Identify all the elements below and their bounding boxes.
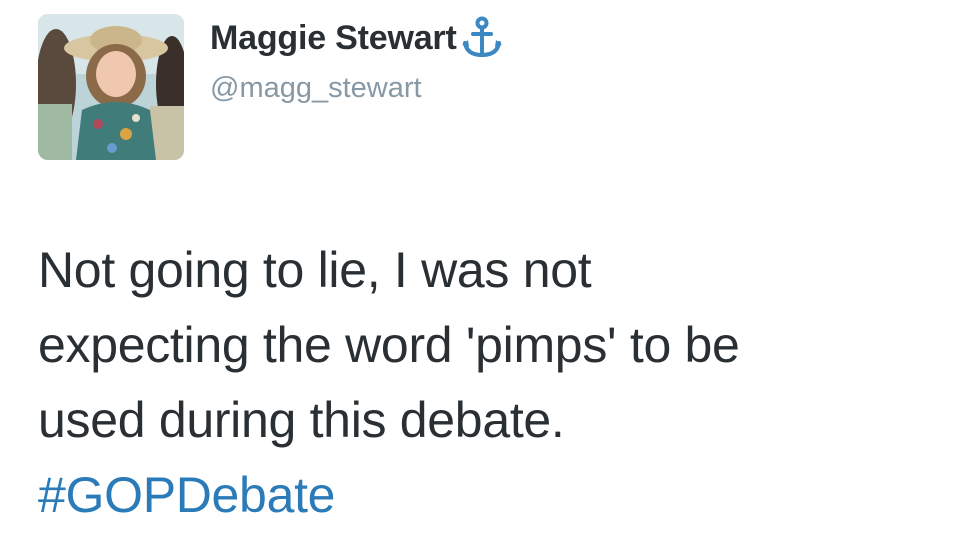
anchor-icon <box>459 15 505 61</box>
display-name[interactable]: Maggie Stewart <box>210 14 457 62</box>
author-name-row: Maggie Stewart <box>210 14 505 62</box>
tweet-text-line: used during this debate. <box>38 392 565 448</box>
tweet-text-line: expecting the word 'pimps' to be <box>38 317 740 373</box>
avatar[interactable] <box>38 14 184 160</box>
hashtag-link[interactable]: #GOPDebate <box>38 458 958 533</box>
tweet-card: Maggie Stewart @magg_stewart Not going t… <box>0 0 980 560</box>
tweet-body: Not going to lie, I was not expecting th… <box>38 233 958 533</box>
tweet-text-line: Not going to lie, I was not <box>38 242 592 298</box>
profile-photo-image <box>38 14 184 160</box>
user-handle[interactable]: @magg_stewart <box>210 68 422 108</box>
